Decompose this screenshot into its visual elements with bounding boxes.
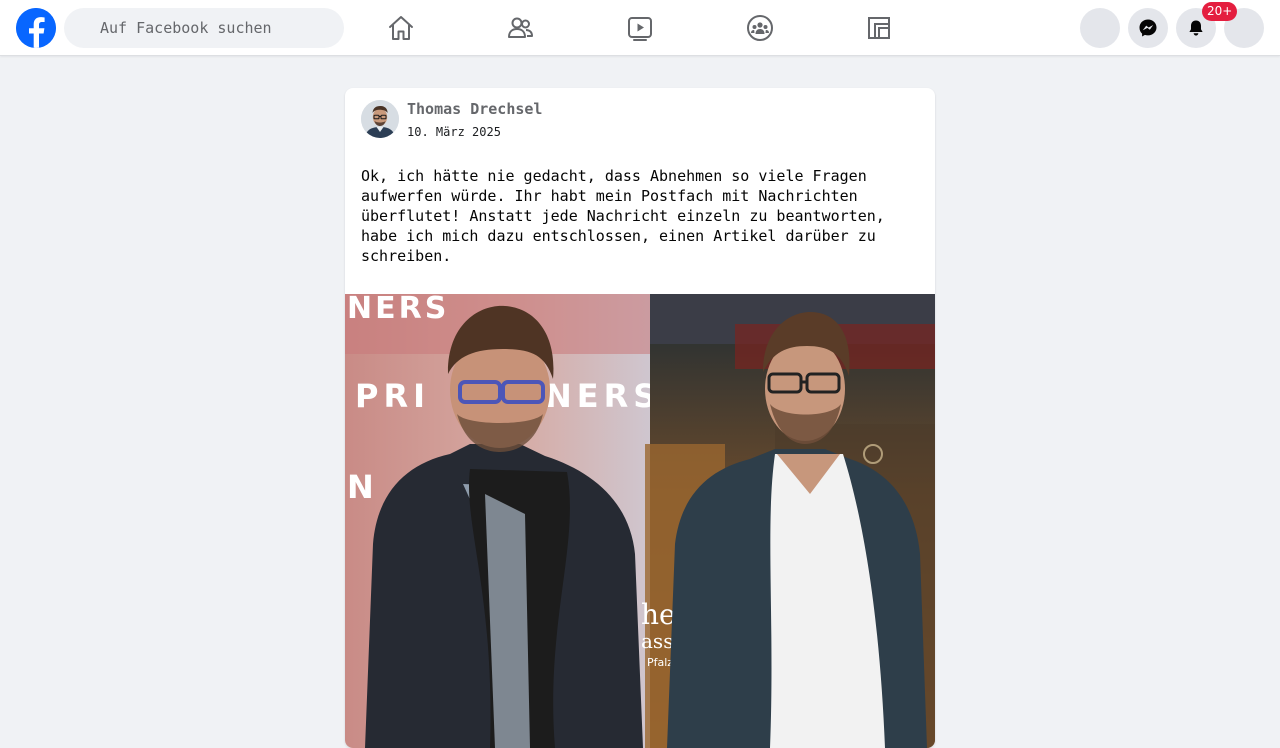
backdrop-text-1: NERS bbox=[347, 294, 449, 326]
backdrop-text-5: he bbox=[641, 598, 676, 631]
nav-gaming-button[interactable] bbox=[863, 12, 895, 44]
watch-icon bbox=[628, 17, 652, 41]
gaming-icon bbox=[868, 17, 890, 39]
messenger-button[interactable] bbox=[1128, 8, 1168, 48]
backdrop-text-2: PRI bbox=[355, 377, 430, 415]
nav-watch-button[interactable] bbox=[624, 12, 656, 44]
search-box bbox=[64, 8, 344, 48]
nav-groups-button[interactable] bbox=[744, 12, 776, 44]
post-photo[interactable]: NERS PRI NERS N he ass Pfalz. bbox=[345, 294, 935, 748]
facebook-logo-icon bbox=[16, 8, 56, 48]
post-photo-image: NERS PRI NERS N he ass Pfalz. bbox=[345, 294, 935, 748]
backdrop-text-3: NERS bbox=[545, 377, 661, 415]
facebook-logo[interactable] bbox=[16, 8, 56, 48]
author-avatar[interactable] bbox=[361, 100, 399, 138]
home-icon bbox=[389, 16, 413, 40]
top-navigation-bar: 20+ bbox=[0, 0, 1280, 56]
backdrop-text-4: N bbox=[347, 468, 374, 506]
search-input[interactable] bbox=[64, 8, 344, 48]
nav-friends-button[interactable] bbox=[504, 12, 536, 44]
backdrop-text-6: ass bbox=[641, 629, 673, 653]
bell-icon bbox=[1189, 20, 1203, 36]
post-card: Thomas Drechsel 10. März 2025 Ok, ich hä… bbox=[345, 88, 935, 748]
friends-icon bbox=[508, 17, 533, 38]
author-avatar-image bbox=[361, 100, 399, 138]
post-text: Ok, ich hätte nie gedacht, dass Abnehmen… bbox=[361, 167, 885, 265]
post-author-name[interactable]: Thomas Drechsel bbox=[407, 100, 542, 118]
menu-button[interactable] bbox=[1080, 8, 1120, 48]
messenger-icon bbox=[1139, 19, 1157, 37]
notification-badge: 20+ bbox=[1202, 2, 1238, 21]
nav-home-button[interactable] bbox=[385, 12, 417, 44]
groups-icon bbox=[747, 15, 773, 41]
post-date[interactable]: 10. März 2025 bbox=[407, 125, 501, 139]
